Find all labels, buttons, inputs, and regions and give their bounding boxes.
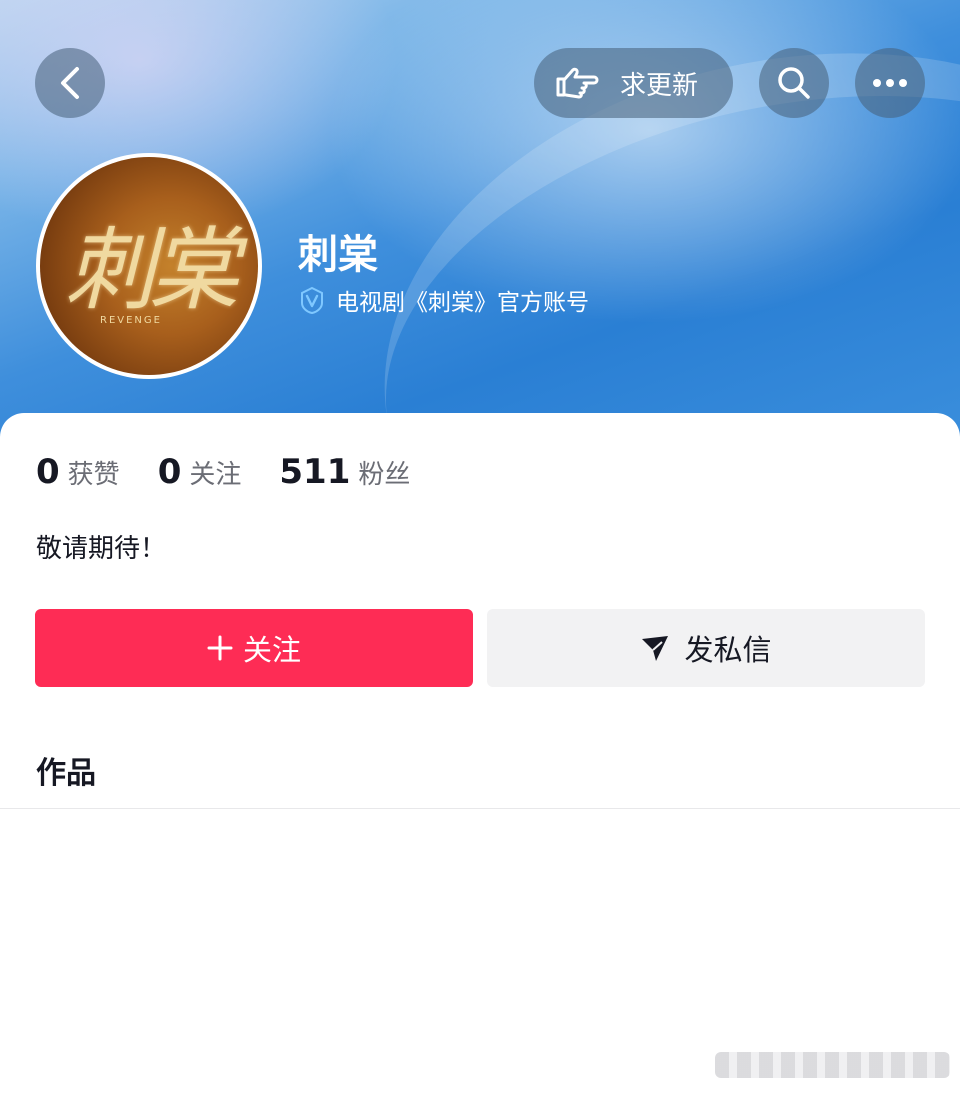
request-update-label: 求更新 bbox=[620, 70, 699, 101]
tab-works[interactable]: 作品 bbox=[36, 748, 96, 792]
more-button[interactable] bbox=[855, 48, 925, 118]
avatar-logo-subtitle: REVENGE bbox=[100, 315, 162, 326]
stat-followers-label: 粉丝 bbox=[358, 460, 411, 490]
verified-text: 电视剧《刺棠》官方账号 bbox=[336, 290, 589, 316]
stat-followers-count: 511 bbox=[279, 452, 351, 492]
stats-row: 0 获赞 0 关注 511 粉丝 bbox=[36, 452, 448, 492]
send-icon bbox=[642, 636, 669, 661]
stat-following[interactable]: 0 关注 bbox=[158, 452, 242, 492]
avatar[interactable]: 刺棠 REVENGE bbox=[36, 153, 262, 379]
search-button[interactable] bbox=[759, 48, 829, 118]
watermark bbox=[715, 1052, 950, 1078]
stat-likes-label: 获赞 bbox=[67, 460, 120, 490]
plus-icon bbox=[207, 635, 233, 661]
stat-likes[interactable]: 0 获赞 bbox=[36, 452, 120, 492]
stat-likes-count: 0 bbox=[36, 452, 60, 492]
profile-name: 刺棠 bbox=[298, 232, 378, 278]
stat-following-count: 0 bbox=[157, 452, 182, 492]
request-update-button[interactable]: 求更新 bbox=[534, 48, 733, 118]
profile-card bbox=[0, 413, 960, 1093]
verification-row: 电视剧《刺棠》官方账号 bbox=[298, 283, 589, 317]
stat-followers[interactable]: 511 粉丝 bbox=[279, 452, 410, 492]
message-button-label: 发私信 bbox=[684, 633, 772, 667]
pointing-hand-icon bbox=[554, 63, 604, 103]
follow-button[interactable]: 关注 bbox=[35, 609, 473, 687]
message-button[interactable]: 发私信 bbox=[487, 609, 925, 687]
stat-following-label: 关注 bbox=[189, 460, 242, 490]
search-icon bbox=[778, 67, 810, 99]
follow-button-label: 关注 bbox=[242, 633, 301, 667]
avatar-logo-text: 刺棠 bbox=[65, 218, 239, 323]
tab-divider bbox=[0, 808, 960, 809]
verified-badge-icon bbox=[301, 286, 323, 314]
more-icon bbox=[873, 79, 907, 87]
chevron-left-icon bbox=[61, 67, 79, 99]
avatar-image: 刺棠 REVENGE bbox=[40, 157, 258, 375]
bio-text: 敬请期待！ bbox=[36, 534, 167, 564]
back-button[interactable] bbox=[35, 48, 105, 118]
